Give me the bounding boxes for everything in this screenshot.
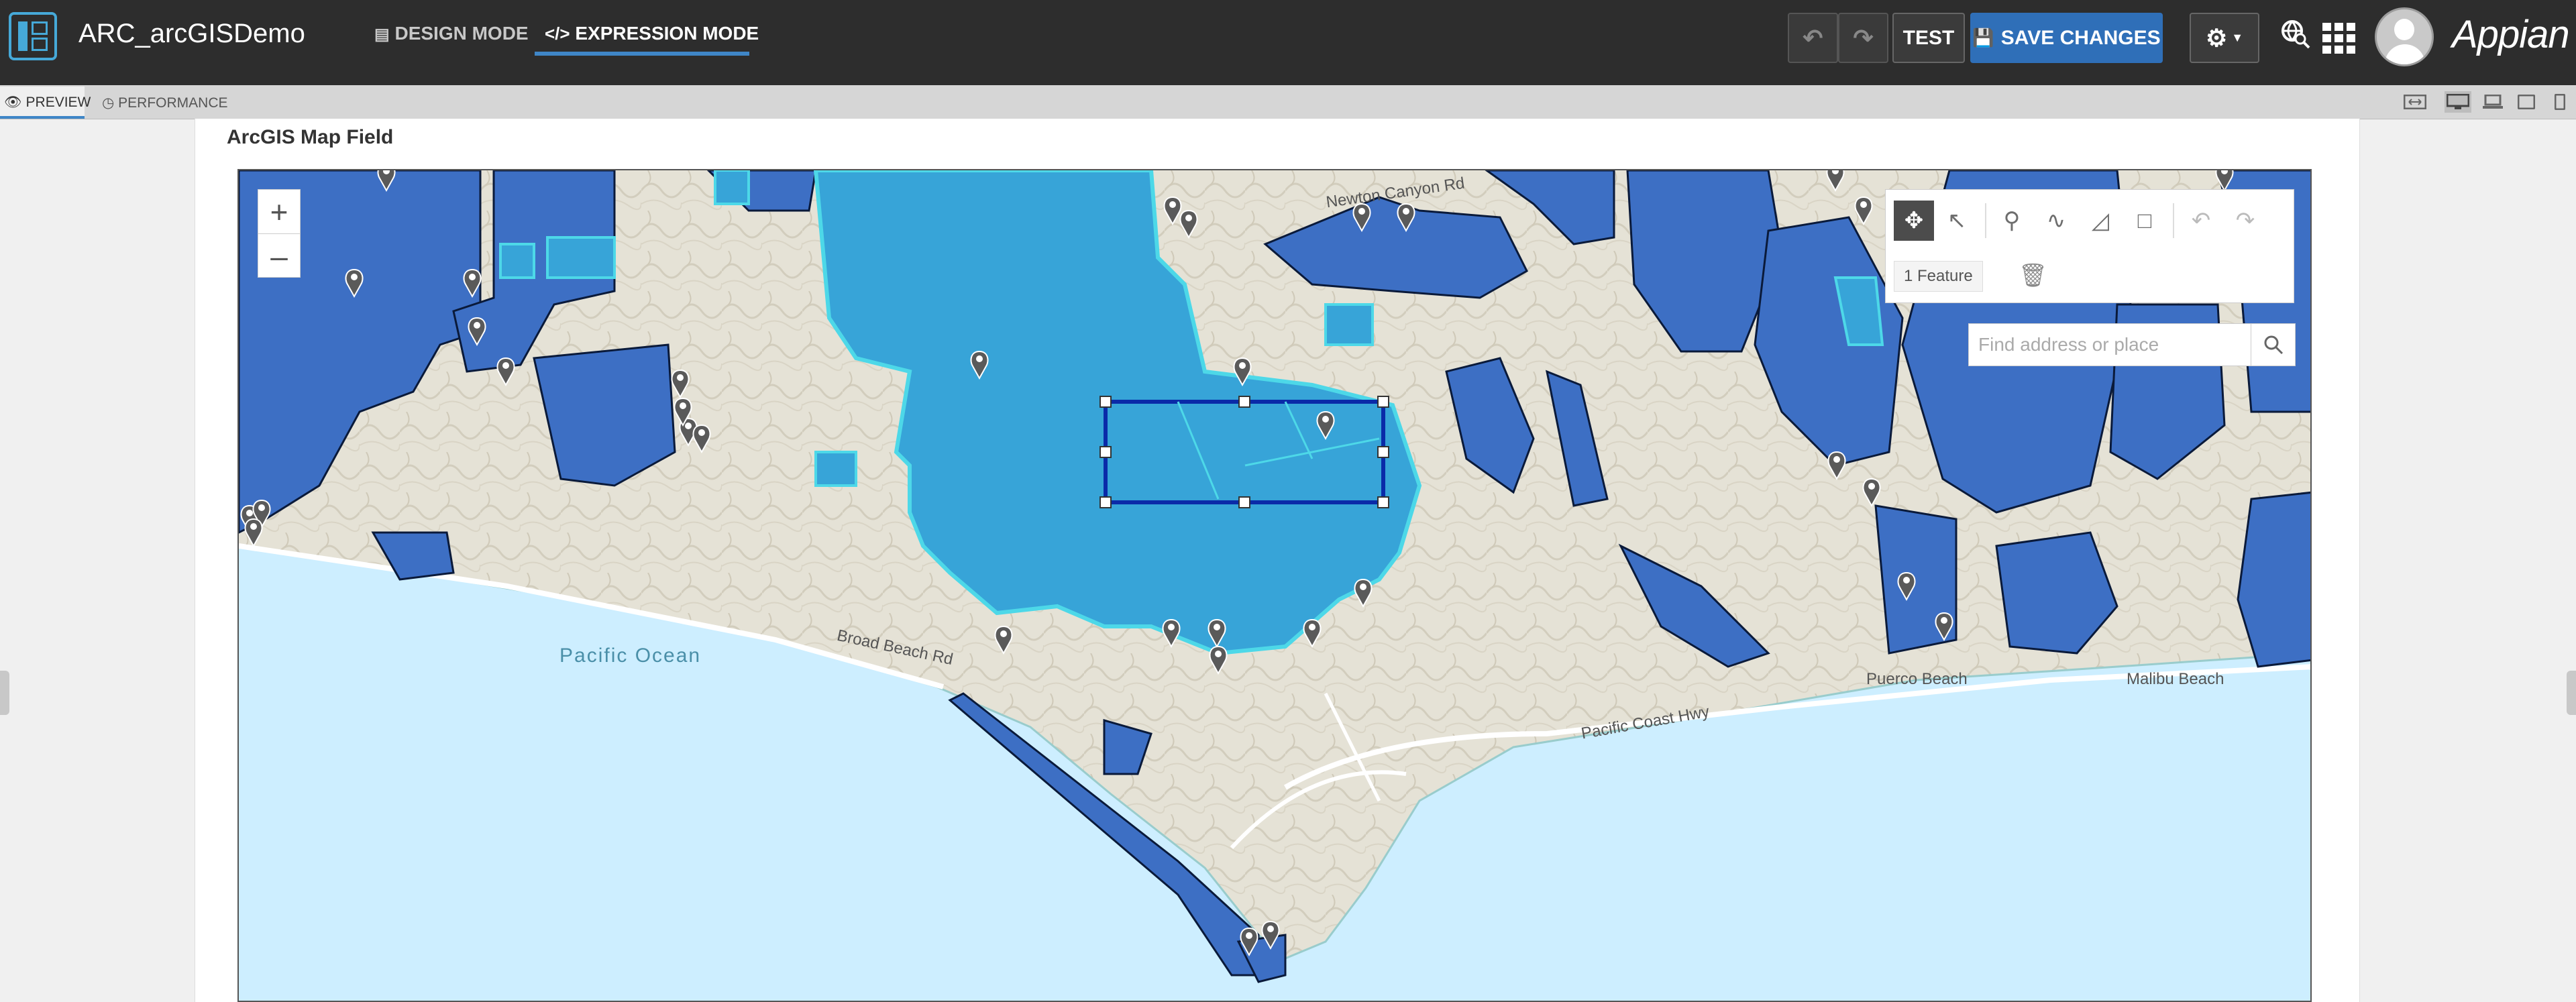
undo-button[interactable]: ↶ <box>1788 13 1838 63</box>
redo-icon: ↷ <box>1853 23 1874 52</box>
field-label: ArcGIS Map Field <box>227 126 394 148</box>
rectangle-tool-icon[interactable]: □ <box>2125 201 2165 241</box>
sketch-undo-icon[interactable]: ↶ <box>2181 201 2221 241</box>
zoom-in-button[interactable]: + <box>258 190 300 234</box>
eye-icon: 👁 <box>4 95 22 110</box>
address-search-input[interactable] <box>1969 324 2251 366</box>
zoom-out-button[interactable]: – <box>258 234 300 278</box>
move-tool-icon[interactable]: ✥ <box>1894 201 1934 241</box>
chevron-down-icon: ▼ <box>2231 31 2244 44</box>
globe-search-icon[interactable] <box>2279 17 2311 57</box>
tab-preview[interactable]: 👁 PREVIEW <box>4 95 91 111</box>
point-tool-icon[interactable]: ⚲ <box>1992 201 2032 241</box>
save-changes-button[interactable]: 💾 SAVE CHANGES <box>1970 13 2163 63</box>
search-icon <box>2264 335 2284 355</box>
gear-icon: ⚙ <box>2205 23 2228 52</box>
polyline-tool-icon[interactable]: ∿ <box>2036 201 2076 241</box>
top-bar: ARC_arcGISDemo ▤ DESIGN MODE </> EXPRESS… <box>0 0 2576 85</box>
active-tab-indicator <box>535 52 749 56</box>
undo-icon: ↶ <box>1803 23 1823 52</box>
address-search <box>1968 323 2296 366</box>
polygon-tool-icon[interactable]: ◿ <box>2080 201 2121 241</box>
trash-icon[interactable]: 🗑 <box>2019 262 2047 289</box>
search-button[interactable] <box>2251 324 2296 366</box>
left-panel-toggle[interactable] <box>0 671 9 715</box>
tablet-view-icon[interactable] <box>2513 91 2540 113</box>
app-grid-icon[interactable] <box>2322 23 2356 61</box>
app-title: ARC_arcGISDemo <box>78 19 305 48</box>
sketch-toolbar: ✥ ↖ ⚲ ∿ ◿ □ ↶ ↷ 1 Feature 🗑 <box>1885 189 2294 303</box>
desktop-view-icon[interactable] <box>2445 91 2471 113</box>
select-tool-icon[interactable]: ↖ <box>1937 201 1977 241</box>
tab-design-mode[interactable]: ▤ DESIGN MODE <box>374 23 529 44</box>
app-logo-icon[interactable] <box>9 12 57 60</box>
appian-logo: Appian <box>2452 13 2570 56</box>
code-icon: </> <box>545 23 570 44</box>
laptop-view-icon[interactable] <box>2479 91 2506 113</box>
clock-icon: ◷ <box>102 95 115 111</box>
redo-button[interactable]: ↷ <box>1838 13 1888 63</box>
design-mode-icon: ▤ <box>374 25 390 44</box>
place-label-puerco: Puerco Beach <box>1866 670 1968 688</box>
arcgis-map[interactable]: Pacific Ocean Broad Beach Rd Pacific Coa… <box>237 169 2312 1002</box>
feature-count: 1 Feature <box>1894 261 1983 292</box>
tab-performance[interactable]: ◷ PERFORMANCE <box>102 95 228 111</box>
zoom-control: + – <box>258 189 301 278</box>
fit-width-icon[interactable] <box>2402 91 2428 113</box>
tab-expression-mode[interactable]: </> EXPRESSION MODE <box>545 23 759 44</box>
place-label-malibu-beach: Malibu Beach <box>2127 670 2224 688</box>
save-icon: 💾 <box>1972 27 1994 48</box>
preview-subbar: 👁 PREVIEW ◷ PERFORMANCE <box>0 85 2576 119</box>
test-button[interactable]: TEST <box>1892 13 1965 63</box>
phone-view-icon[interactable] <box>2546 91 2573 113</box>
ocean-label: Pacific Ocean <box>559 645 702 667</box>
sketch-redo-icon[interactable]: ↷ <box>2225 201 2265 241</box>
user-avatar[interactable] <box>2375 7 2434 66</box>
settings-button[interactable]: ⚙ ▼ <box>2190 13 2259 63</box>
right-panel-toggle[interactable] <box>2567 671 2576 715</box>
